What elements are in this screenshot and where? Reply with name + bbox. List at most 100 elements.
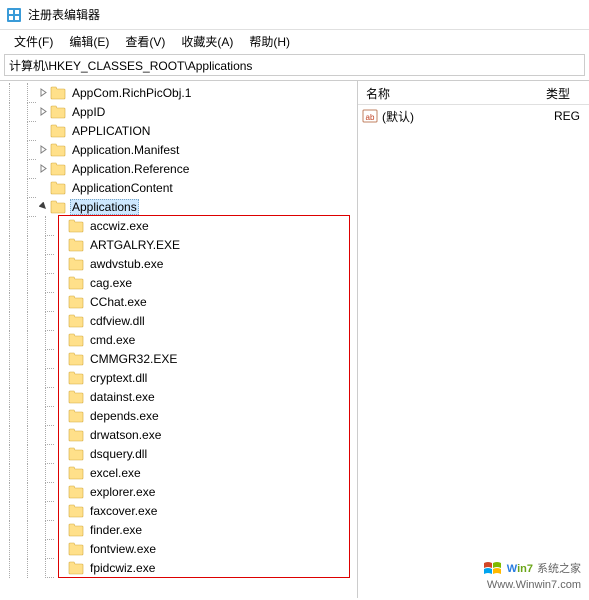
tree-node-label: drwatson.exe — [88, 427, 163, 443]
folder-icon — [68, 523, 84, 537]
tree-node[interactable]: Application.Reference — [0, 159, 357, 178]
folder-icon — [68, 542, 84, 556]
folder-icon — [68, 314, 84, 328]
folder-icon — [68, 561, 84, 575]
window-title: 注册表编辑器 — [28, 6, 100, 23]
folder-icon — [68, 257, 84, 271]
tree-node[interactable]: accwiz.exe — [0, 216, 357, 235]
string-value-icon: ab — [362, 108, 378, 124]
tree-node-label: cdfview.dll — [88, 313, 147, 329]
tree-node-label: dsquery.dll — [88, 446, 149, 462]
tree-node-label: fpidcwiz.exe — [88, 560, 157, 576]
tree-pane: AppCom.RichPicObj.1 AppID APPLICATION Appli… — [0, 81, 358, 598]
folder-icon — [68, 447, 84, 461]
menu-favorites[interactable]: 收藏夹(A) — [173, 31, 241, 52]
tree-node[interactable]: cag.exe — [0, 273, 357, 292]
tree-node[interactable]: fpidcwiz.exe — [0, 558, 357, 577]
folder-icon — [68, 333, 84, 347]
tree-node-label: accwiz.exe — [88, 218, 151, 234]
tree-node-label: AppCom.RichPicObj.1 — [70, 85, 193, 101]
expander-closed[interactable] — [36, 86, 50, 100]
tree-node[interactable]: faxcover.exe — [0, 501, 357, 520]
address-bar[interactable]: 计算机\HKEY_CLASSES_ROOT\Applications — [4, 54, 585, 76]
tree-node[interactable]: awdvstub.exe — [0, 254, 357, 273]
tree-node[interactable]: APPLICATION — [0, 121, 357, 140]
tree-node[interactable]: depends.exe — [0, 406, 357, 425]
expander-closed[interactable] — [36, 105, 50, 119]
tree-scroll[interactable]: AppCom.RichPicObj.1 AppID APPLICATION Appli… — [0, 81, 357, 598]
list-pane: 名称 类型 ab(默认)REG Win7 系统之家 Www.Winwin7.co… — [358, 81, 589, 598]
content: AppCom.RichPicObj.1 AppID APPLICATION Appli… — [0, 80, 589, 598]
folder-icon — [68, 371, 84, 385]
tree-node-label: CChat.exe — [88, 294, 149, 310]
folder-icon — [50, 143, 66, 157]
tree-node-label: explorer.exe — [88, 484, 157, 500]
tree-node[interactable]: finder.exe — [0, 520, 357, 539]
titlebar: 注册表编辑器 — [0, 0, 589, 30]
folder-icon — [68, 238, 84, 252]
tree-node[interactable]: ARTGALRY.EXE — [0, 235, 357, 254]
folder-icon — [68, 219, 84, 233]
value-type: REG — [554, 109, 589, 123]
folder-icon — [50, 86, 66, 100]
folder-icon — [50, 181, 66, 195]
menubar: 文件(F) 编辑(E) 查看(V) 收藏夹(A) 帮助(H) — [0, 30, 589, 52]
expander-closed[interactable] — [36, 162, 50, 176]
tree-node[interactable]: ApplicationContent — [0, 178, 357, 197]
tree-node[interactable]: explorer.exe — [0, 482, 357, 501]
folder-icon — [50, 105, 66, 119]
tree-node-label: faxcover.exe — [88, 503, 159, 519]
folder-icon — [68, 485, 84, 499]
tree-node-label: APPLICATION — [70, 123, 152, 139]
tree-node[interactable]: cryptext.dll — [0, 368, 357, 387]
col-name[interactable]: 名称 — [358, 81, 538, 104]
tree-node[interactable]: datainst.exe — [0, 387, 357, 406]
folder-icon — [68, 352, 84, 366]
tree-node[interactable]: dsquery.dll — [0, 444, 357, 463]
tree-node-label: cag.exe — [88, 275, 134, 291]
list-row[interactable]: ab(默认)REG — [358, 107, 589, 125]
tree-node[interactable]: excel.exe — [0, 463, 357, 482]
tree-node[interactable]: AppID — [0, 102, 357, 121]
menu-file[interactable]: 文件(F) — [6, 31, 61, 52]
wm-w: W — [507, 563, 517, 575]
folder-icon — [68, 390, 84, 404]
tree-node[interactable]: CChat.exe — [0, 292, 357, 311]
tree-node[interactable]: cdfview.dll — [0, 311, 357, 330]
menu-help[interactable]: 帮助(H) — [241, 31, 298, 52]
tree-node[interactable]: fontview.exe — [0, 539, 357, 558]
tree-node-label: Application.Reference — [70, 161, 191, 177]
menu-view[interactable]: 查看(V) — [117, 31, 173, 52]
watermark: Win7 系统之家 Www.Winwin7.com — [483, 560, 581, 592]
tree-node-label: AppID — [70, 104, 107, 120]
folder-icon — [68, 428, 84, 442]
folder-icon — [50, 124, 66, 138]
expander-closed[interactable] — [36, 143, 50, 157]
tree-node-label: depends.exe — [88, 408, 161, 424]
tree-node-label: datainst.exe — [88, 389, 157, 405]
expander-open[interactable] — [36, 200, 50, 214]
wm-in7: in7 — [517, 563, 533, 575]
tree-node-label: CMMGR32.EXE — [88, 351, 179, 367]
tree-node-label: awdvstub.exe — [88, 256, 165, 272]
tree-node-label: ARTGALRY.EXE — [88, 237, 182, 253]
tree-node[interactable]: Application.Manifest — [0, 140, 357, 159]
tree-node-label: excel.exe — [88, 465, 143, 481]
tree-node[interactable]: cmd.exe — [0, 330, 357, 349]
menu-edit[interactable]: 编辑(E) — [61, 31, 117, 52]
tree-node-label: fontview.exe — [88, 541, 158, 557]
tree-node[interactable]: CMMGR32.EXE — [0, 349, 357, 368]
tree-node[interactable]: AppCom.RichPicObj.1 — [0, 83, 357, 102]
regedit-icon — [6, 7, 22, 23]
tree-node[interactable]: drwatson.exe — [0, 425, 357, 444]
folder-icon — [68, 504, 84, 518]
windows-flag-icon — [483, 560, 503, 578]
tree-node-label: cryptext.dll — [88, 370, 149, 386]
tree-node-label: Applications — [70, 199, 139, 215]
tree-node-label: ApplicationContent — [70, 180, 175, 196]
folder-icon — [68, 276, 84, 290]
tree-node-label: Application.Manifest — [70, 142, 181, 158]
list-body: ab(默认)REG — [358, 105, 589, 125]
tree-node[interactable]: Applications — [0, 197, 357, 216]
col-type[interactable]: 类型 — [538, 81, 589, 104]
